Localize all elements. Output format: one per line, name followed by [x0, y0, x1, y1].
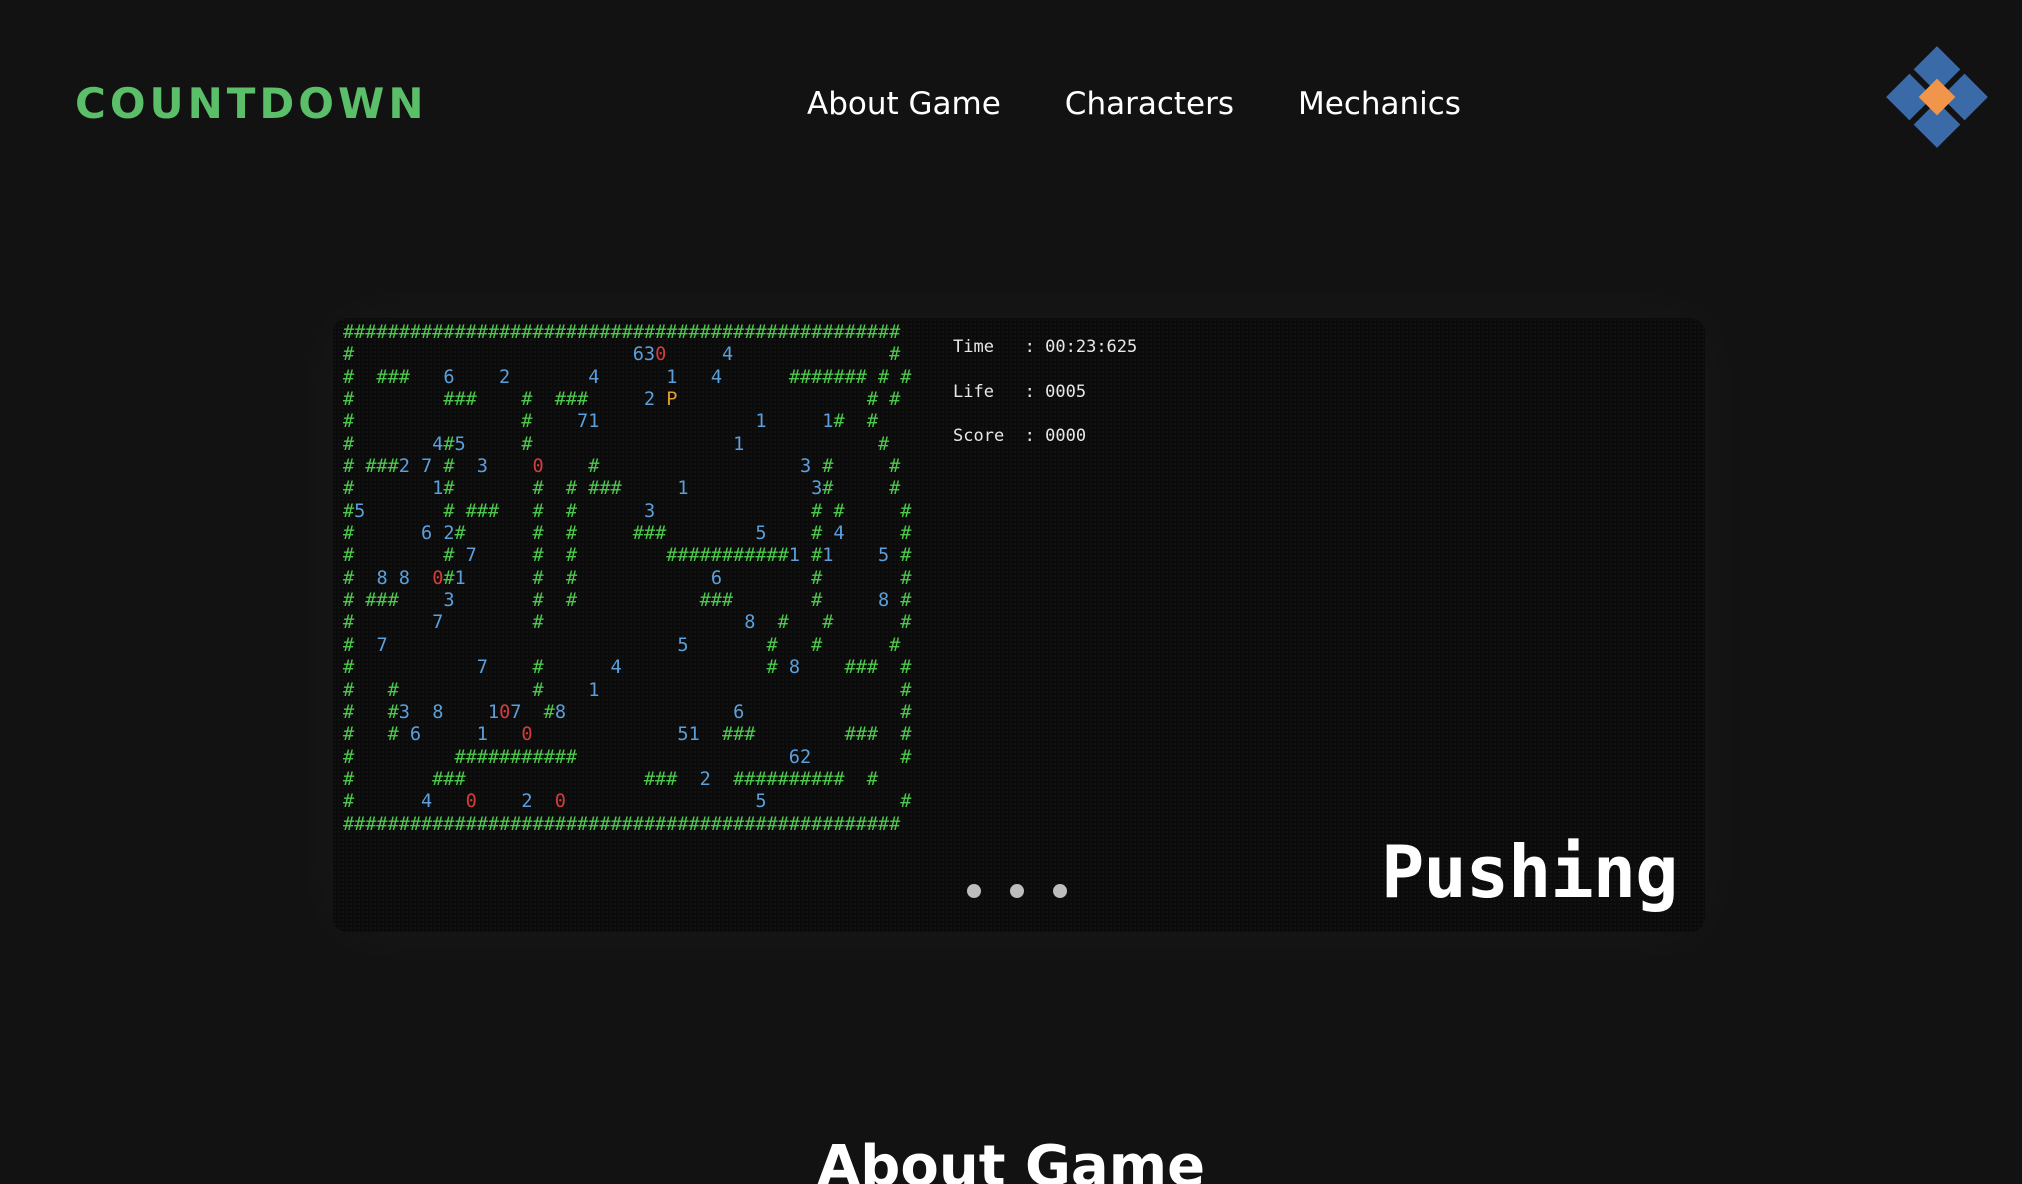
site-header: COUNTDOWN About Game Characters Mechanic…: [0, 0, 2022, 200]
main-nav: About Game Characters Mechanics: [807, 80, 1461, 128]
stat-time: Time : 00:23:625: [953, 336, 1137, 381]
stat-score-label: Score: [953, 426, 1005, 447]
stat-separator: :: [1004, 426, 1046, 447]
nav-link-about-game[interactable]: About Game: [807, 86, 1001, 122]
stat-life-value: 0005: [1045, 381, 1087, 402]
maze-row: # #3 8 107 #8 6 #: [343, 701, 912, 723]
maze-row: # ########### 62 #: [343, 746, 912, 768]
stat-time-label: Time: [953, 337, 994, 357]
ascii-maze: ########################################…: [343, 322, 912, 836]
maze-row: # 4 0 2 0 5 #: [343, 791, 912, 813]
nav-link-characters[interactable]: Characters: [1065, 86, 1234, 122]
maze-row: # ### ### 2 ########## #: [343, 768, 878, 790]
stat-score: Score : 0000: [953, 425, 1137, 470]
carousel-dot-3[interactable]: [1053, 884, 1067, 898]
maze-row: # 7 # 4 # 8 ### #: [343, 657, 912, 679]
game-stats: Time : 00:23:625 Life : 0005 Score : 000…: [953, 336, 1137, 470]
maze-row: # # 6 1 0 51 ### ### #: [343, 724, 912, 746]
maze-row: # # 7 # # ###########1 #1 5 #: [343, 545, 912, 567]
stat-separator: :: [993, 381, 1046, 402]
carousel-dots: [967, 884, 1067, 898]
carousel-dot-1[interactable]: [967, 884, 981, 898]
stat-life: Life : 0005: [953, 381, 1137, 426]
maze-row: # 8 8 0#1 # # 6 # #: [343, 567, 912, 589]
stat-separator: :: [993, 337, 1046, 357]
maze-row: # 1# # # ### 1 3# #: [343, 478, 901, 500]
maze-row: # ### # ### 2 P # #: [343, 389, 901, 411]
maze-row: # 7 5 # # #: [343, 634, 901, 656]
maze-row: # 4#5 # 1 #: [343, 433, 890, 455]
site-logo-text[interactable]: COUNTDOWN: [75, 76, 427, 132]
stat-time-value: 00:23:625: [1045, 337, 1138, 357]
section-title-about-game: About Game: [816, 1134, 1206, 1184]
maze-row: ########################################…: [343, 322, 901, 343]
maze-row: # # # 1 #: [343, 679, 912, 701]
carousel-dot-2[interactable]: [1010, 884, 1024, 898]
maze-row: # 630 4 #: [343, 344, 901, 366]
nav-link-mechanics[interactable]: Mechanics: [1298, 86, 1461, 122]
maze-row: # ### 3 # # ### # 8 #: [343, 590, 912, 612]
maze-row: # 6 2# # # ### 5 # 4 #: [343, 523, 912, 545]
maze-row: ########################################…: [343, 813, 901, 835]
maze-row: # ###2 7 # 3 0 # 3 # #: [343, 456, 901, 478]
maze-row: # ### 6 2 4 1 4 ####### # #: [343, 366, 912, 388]
maze-row: # 7 # 8 # # #: [343, 612, 912, 634]
maze-row: #5 # ### # # 3 # # #: [343, 500, 912, 522]
stat-score-value: 0000: [1045, 426, 1087, 447]
mechanic-title: Pushing: [1381, 830, 1678, 914]
diamond-logo-icon[interactable]: [1872, 32, 2002, 162]
game-preview-panel: ########################################…: [333, 318, 1705, 932]
maze-row: # # 71 1 1# #: [343, 411, 879, 433]
stat-life-label: Life: [953, 381, 994, 402]
